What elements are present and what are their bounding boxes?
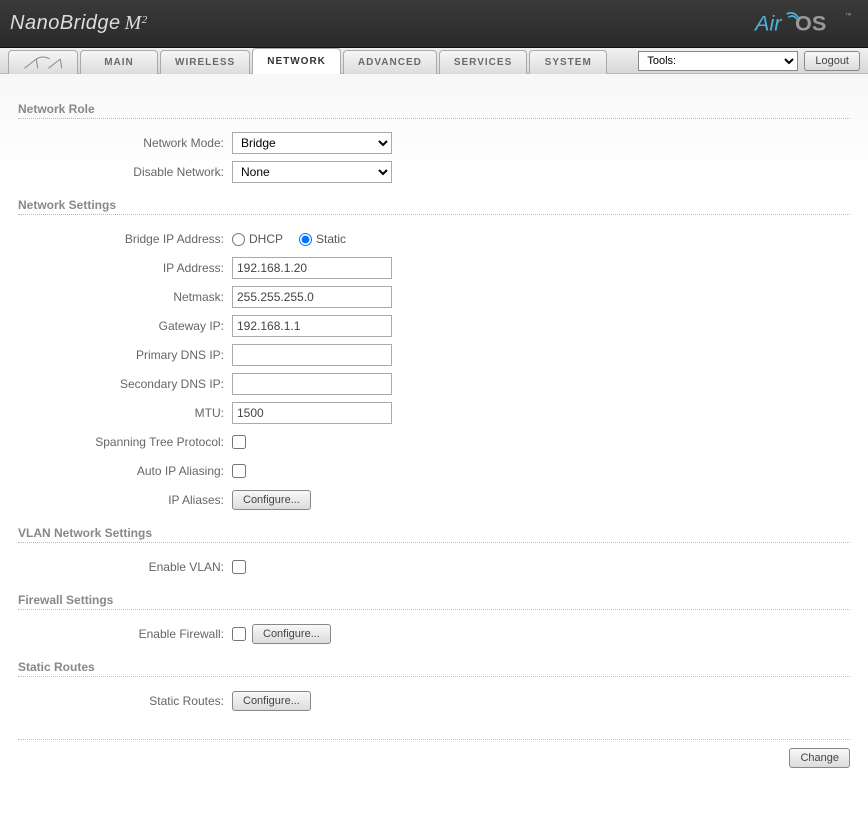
stp-checkbox[interactable] [232, 435, 246, 449]
gateway-input[interactable] [232, 315, 392, 337]
ip-aliases-label: IP Aliases: [18, 493, 232, 507]
autoip-label: Auto IP Aliasing: [18, 464, 232, 478]
section-network-role-title: Network Role [18, 102, 850, 116]
row-gateway: Gateway IP: [18, 314, 850, 338]
radio-static-label[interactable]: Static [299, 232, 346, 246]
enable-vlan-checkbox[interactable] [232, 560, 246, 574]
secondary-dns-label: Secondary DNS IP: [18, 377, 232, 391]
radio-dhcp[interactable] [232, 233, 245, 246]
radio-static[interactable] [299, 233, 312, 246]
row-enable-vlan: Enable VLAN: [18, 555, 850, 579]
svg-text:Air: Air [753, 10, 782, 35]
change-button[interactable]: Change [789, 748, 850, 768]
tab-wireless[interactable]: WIRELESS [160, 50, 250, 74]
ip-aliases-configure-button[interactable]: Configure... [232, 490, 311, 510]
brand-name: NanoBridge [10, 12, 121, 35]
primary-dns-label: Primary DNS IP: [18, 348, 232, 362]
mtu-input[interactable] [232, 402, 392, 424]
ip-address-input[interactable] [232, 257, 392, 279]
row-ip-aliases: IP Aliases: Configure... [18, 488, 850, 512]
row-secondary-dns: Secondary DNS IP: [18, 372, 850, 396]
brand-model: M2 [125, 12, 148, 35]
tab-network[interactable]: NETWORK [252, 48, 341, 74]
divider [18, 214, 850, 215]
row-static-routes: Static Routes: Configure... [18, 689, 850, 713]
disable-network-select[interactable]: None [232, 161, 392, 183]
row-network-mode: Network Mode: Bridge [18, 131, 850, 155]
row-enable-firewall: Enable Firewall: Configure... [18, 622, 850, 646]
row-ip-address: IP Address: [18, 256, 850, 280]
autoip-checkbox[interactable] [232, 464, 246, 478]
tab-system[interactable]: SYSTEM [529, 50, 607, 74]
row-mtu: MTU: [18, 401, 850, 425]
row-disable-network: Disable Network: None [18, 160, 850, 184]
disable-network-label: Disable Network: [18, 165, 232, 179]
nav-row: MAIN WIRELESS NETWORK ADVANCED SERVICES … [0, 48, 868, 74]
section-vlan-title: VLAN Network Settings [18, 526, 850, 540]
section-static-routes-title: Static Routes [18, 660, 850, 674]
airos-logo: Air OS ™ [750, 9, 860, 39]
content: Network Role Network Mode: Bridge Disabl… [0, 74, 868, 778]
row-stp: Spanning Tree Protocol: [18, 430, 850, 454]
tab-services[interactable]: SERVICES [439, 50, 527, 74]
nav-right-controls: Tools: Logout [638, 48, 868, 73]
static-routes-configure-button[interactable]: Configure... [232, 691, 311, 711]
ip-address-label: IP Address: [18, 261, 232, 275]
svg-text:™: ™ [845, 12, 852, 19]
bridge-ip-label: Bridge IP Address: [18, 232, 232, 246]
netmask-label: Netmask: [18, 290, 232, 304]
tools-select[interactable]: Tools: [638, 51, 798, 71]
secondary-dns-input[interactable] [232, 373, 392, 395]
footer-row: Change [18, 739, 850, 768]
radio-dhcp-label[interactable]: DHCP [232, 232, 283, 246]
tab-logo[interactable] [8, 50, 78, 74]
enable-firewall-checkbox[interactable] [232, 627, 246, 641]
divider [18, 118, 850, 119]
netmask-input[interactable] [232, 286, 392, 308]
divider [18, 542, 850, 543]
network-mode-select[interactable]: Bridge [232, 132, 392, 154]
section-network-settings-title: Network Settings [18, 198, 850, 212]
row-primary-dns: Primary DNS IP: [18, 343, 850, 367]
tab-main[interactable]: MAIN [80, 50, 158, 74]
enable-vlan-label: Enable VLAN: [18, 560, 232, 574]
tab-advanced[interactable]: ADVANCED [343, 50, 437, 74]
antenna-icon [23, 56, 63, 70]
row-netmask: Netmask: [18, 285, 850, 309]
gateway-label: Gateway IP: [18, 319, 232, 333]
svg-text:OS: OS [795, 10, 826, 35]
row-autoip: Auto IP Aliasing: [18, 459, 850, 483]
static-routes-label: Static Routes: [18, 694, 232, 708]
section-firewall-title: Firewall Settings [18, 593, 850, 607]
divider [18, 676, 850, 677]
airos-logo-svg: Air OS ™ [750, 9, 860, 39]
mtu-label: MTU: [18, 406, 232, 420]
logout-button[interactable]: Logout [804, 51, 860, 71]
network-mode-label: Network Mode: [18, 136, 232, 150]
header-bar: NanoBridge M2 Air OS ™ [0, 0, 868, 48]
divider [18, 609, 850, 610]
brand: NanoBridge M2 [10, 12, 148, 35]
firewall-configure-button[interactable]: Configure... [252, 624, 331, 644]
enable-firewall-label: Enable Firewall: [18, 627, 232, 641]
primary-dns-input[interactable] [232, 344, 392, 366]
stp-label: Spanning Tree Protocol: [18, 435, 232, 449]
row-bridge-ip: Bridge IP Address: DHCP Static [18, 227, 850, 251]
